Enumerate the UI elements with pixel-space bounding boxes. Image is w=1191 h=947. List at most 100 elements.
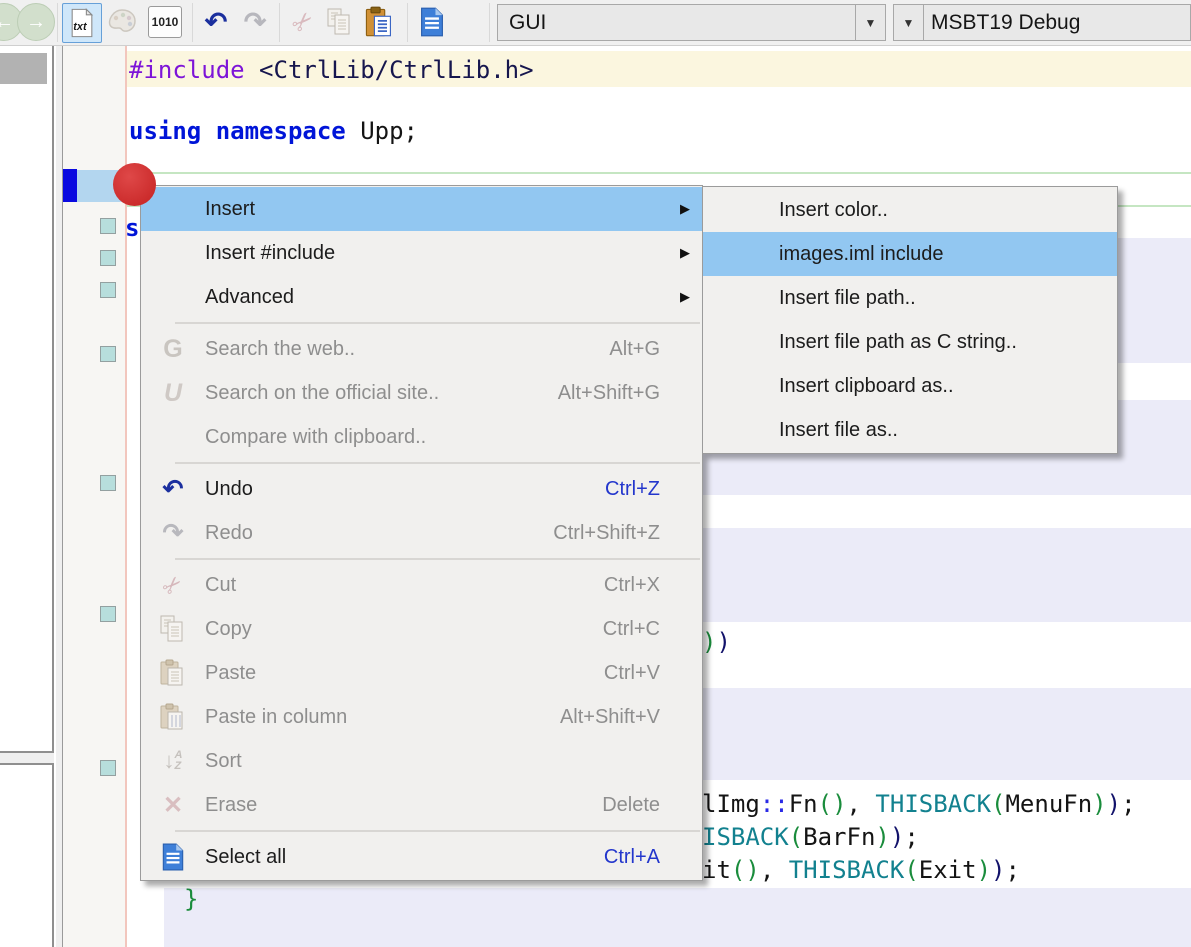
forward-arrow-icon: → [17, 3, 55, 41]
toolbar-separator [57, 3, 58, 42]
gutter-marker [100, 475, 116, 491]
copy-icon [159, 615, 187, 643]
scissors-icon: ✂ [157, 569, 190, 602]
code-line-barfn[interactable]: ISBACK(BarFn)); [702, 821, 919, 854]
files-panel [0, 763, 54, 947]
redo-icon: ↷ [163, 518, 184, 548]
menu-item-undo[interactable]: ↶ Undo Ctrl+Z [141, 467, 702, 511]
workspace-panel [0, 46, 54, 753]
paste-button[interactable] [359, 3, 399, 41]
menu-separator [141, 459, 702, 467]
submenu-item-insert-file-path[interactable]: Insert file path.. [703, 276, 1117, 320]
menu-item-compare-clipboard[interactable]: Compare with clipboard.. [141, 415, 702, 459]
gutter-marker [100, 282, 116, 298]
menu-item-paste[interactable]: Paste Ctrl+V [141, 651, 702, 695]
menu-separator [141, 827, 702, 835]
binary-icon: 1010 [148, 6, 182, 38]
submenu-arrow-icon: ▶ [680, 201, 690, 217]
menu-item-erase[interactable]: ✕ Erase Delete [141, 783, 702, 827]
menu-item-insert-include[interactable]: Insert #include ▶ [141, 231, 702, 275]
menu-item-redo[interactable]: ↷ Redo Ctrl+Shift+Z [141, 511, 702, 555]
submenu-item-insert-color[interactable]: Insert color.. [703, 188, 1117, 232]
submenu-item-insert-clipboard-as[interactable]: Insert clipboard as.. [703, 364, 1117, 408]
combo-divider [923, 5, 924, 40]
submenu-item-insert-file-path-c-string[interactable]: Insert file path as C string.. [703, 320, 1117, 364]
binary-view-button[interactable]: 1010 [145, 3, 185, 41]
code-line-exit[interactable]: it(), THISBACK(Exit)); [702, 854, 1020, 887]
gutter-marker [100, 760, 116, 776]
text-view-button[interactable]: txt [62, 3, 102, 43]
gutter-marker [100, 346, 116, 362]
submenu-arrow-icon: ▶ [680, 245, 690, 261]
paste-column-icon [159, 703, 187, 731]
menu-item-advanced[interactable]: Advanced ▶ [141, 275, 702, 319]
toolbar-separator [489, 3, 490, 42]
undo-button[interactable]: ↶ [197, 3, 235, 41]
build-config-combo[interactable]: ▼ MSBT19 Debug [893, 4, 1191, 41]
menu-item-copy[interactable]: Copy Ctrl+C [141, 607, 702, 651]
erase-x-icon: ✕ [163, 791, 183, 820]
code-line-parens[interactable]: )) [702, 626, 731, 659]
click-indicator [113, 163, 156, 206]
gutter-selection-block [63, 169, 77, 202]
scissors-icon: ✂ [287, 6, 319, 38]
undo-icon: ↶ [163, 474, 184, 504]
chevron-down-icon[interactable]: ▼ [856, 16, 885, 30]
blue-document-icon [419, 7, 445, 37]
undo-icon: ↶ [205, 9, 228, 36]
code-line-brace[interactable]: } [184, 883, 198, 916]
insert-submenu: Insert color.. images.iml include Insert… [702, 186, 1118, 454]
menu-item-paste-in-column[interactable]: Paste in column Alt+Shift+V [141, 695, 702, 739]
svg-text:txt: txt [73, 21, 87, 33]
redo-button[interactable]: ↷ [236, 3, 274, 41]
gutter-marker [100, 606, 116, 622]
code-line-using[interactable]: using namespace Upp; [129, 115, 418, 148]
workspace-selected-item[interactable] [0, 53, 47, 84]
build-config-value: MSBT19 Debug [931, 11, 1190, 35]
copy-icon [326, 8, 354, 36]
code-line-menufn[interactable]: lImg::Fn(), THISBACK(MenuFn)); [702, 788, 1136, 821]
submenu-item-insert-file-as[interactable]: Insert file as.. [703, 408, 1117, 452]
paste-clipboard-icon [159, 659, 187, 687]
sort-az-icon: ↓ AZ [164, 748, 183, 774]
submenu-arrow-icon: ▶ [680, 289, 690, 305]
copy-button[interactable] [321, 3, 359, 41]
code-block-highlight [164, 888, 1191, 947]
package-combo-value: GUI [509, 11, 855, 35]
panel-splitter[interactable] [56, 46, 63, 947]
chevron-down-icon[interactable]: ▼ [894, 16, 923, 30]
scope-guide-line [127, 172, 1191, 174]
menu-item-select-all[interactable]: Select all Ctrl+A [141, 835, 702, 879]
google-icon: G [163, 335, 182, 364]
txt-file-icon: txt [70, 8, 94, 38]
upp-site-icon: U [164, 379, 182, 408]
menu-item-search-web[interactable]: G Search the web.. Alt+G [141, 327, 702, 371]
navigate-forward-button[interactable]: → [17, 3, 55, 41]
menu-item-insert[interactable]: Insert ▶ [141, 187, 702, 231]
menu-item-sort[interactable]: ↓ AZ Sort [141, 739, 702, 783]
menu-item-cut[interactable]: ✂ Cut Ctrl+X [141, 563, 702, 607]
package-combo[interactable]: GUI ▼ [497, 4, 886, 41]
code-line-partial[interactable]: s [125, 212, 139, 245]
gutter-marker [100, 218, 116, 234]
submenu-item-images-iml-include[interactable]: images.iml include [703, 232, 1117, 276]
menu-item-search-official[interactable]: U Search on the official site.. Alt+Shif… [141, 371, 702, 415]
toolbar-separator [279, 3, 280, 42]
menu-separator [141, 319, 702, 327]
toolbar-separator [192, 3, 193, 42]
redo-icon: ↷ [244, 9, 267, 36]
document-button[interactable] [412, 3, 452, 41]
paste-clipboard-icon [364, 6, 394, 38]
palette-icon [106, 7, 138, 37]
main-toolbar: ← → txt 1010 ↶ ↷ [0, 0, 1191, 46]
code-line-include[interactable]: #include <CtrlLib/CtrlLib.h> [129, 54, 534, 87]
menu-separator [141, 555, 702, 563]
ide-window: ← → txt 1010 ↶ ↷ [0, 0, 1191, 947]
blue-document-icon [161, 843, 185, 871]
panel-gap [0, 753, 54, 763]
cut-button[interactable]: ✂ [284, 3, 322, 41]
designer-view-button[interactable] [103, 3, 141, 41]
editor-context-menu: Insert ▶ Insert #include ▶ Advanced ▶ G … [140, 185, 703, 881]
toolbar-separator [407, 3, 408, 42]
gutter-marker [100, 250, 116, 266]
